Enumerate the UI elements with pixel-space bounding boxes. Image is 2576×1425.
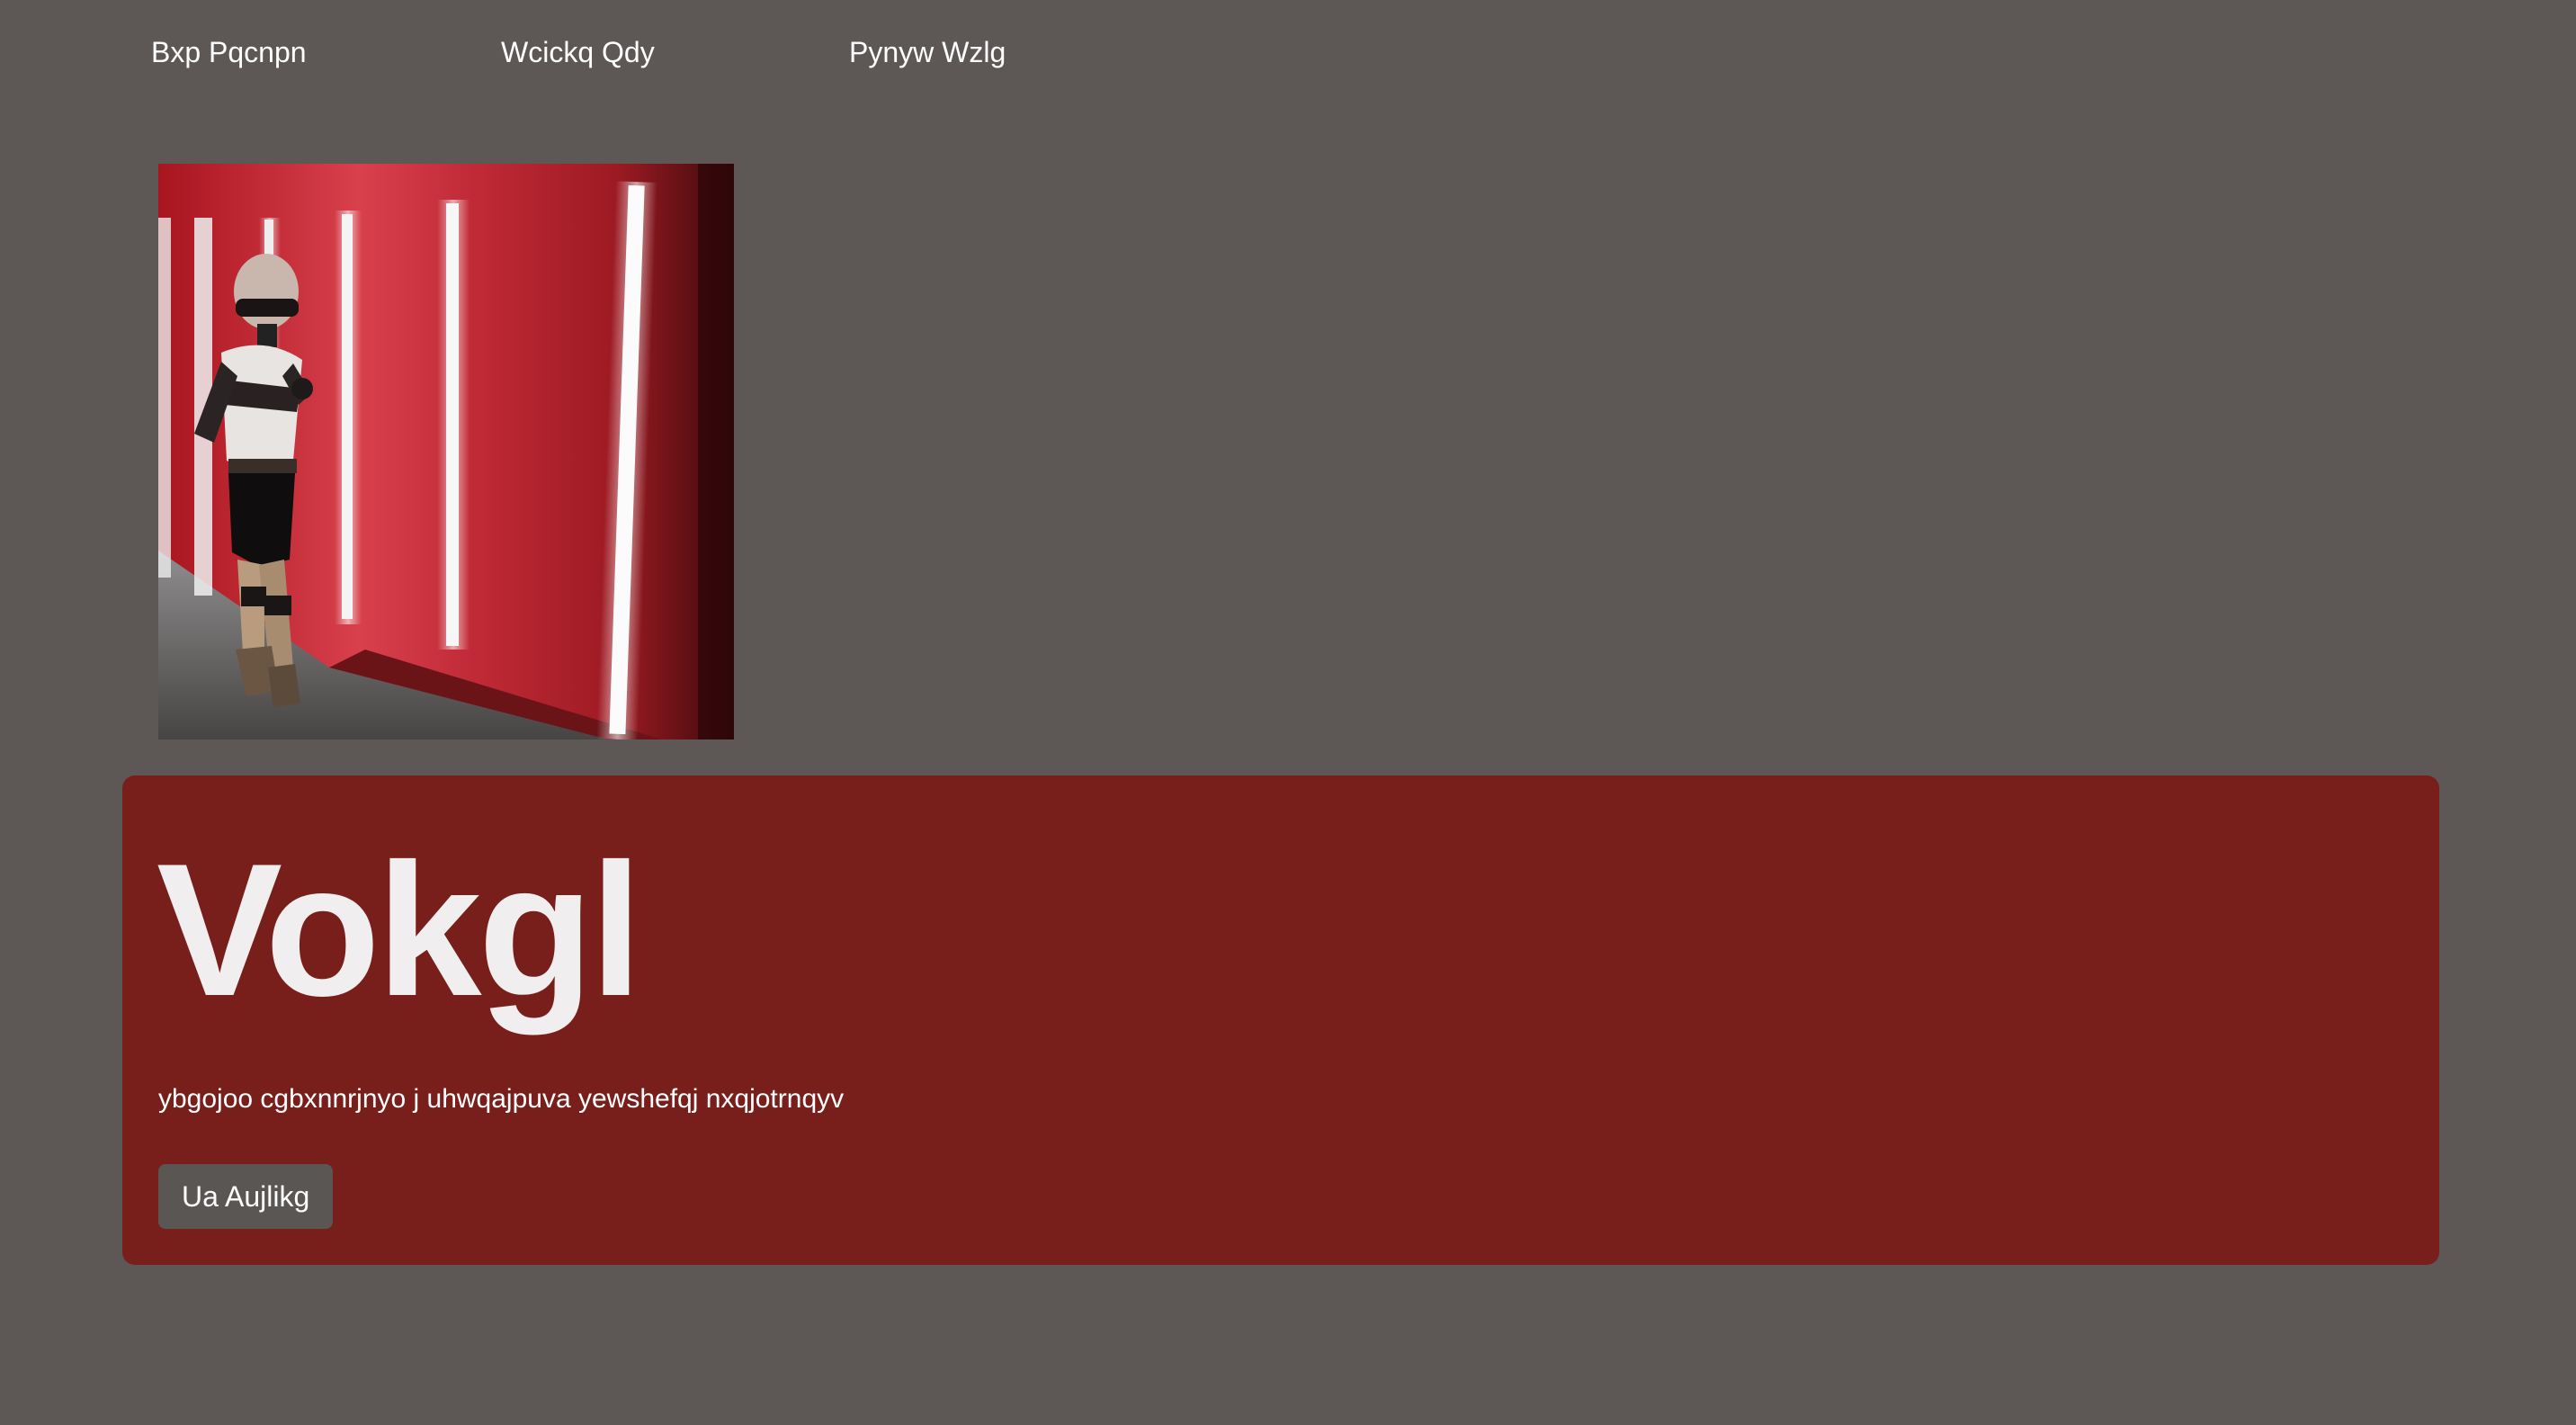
- nav-link-1[interactable]: Bxp Pqcnpn: [151, 34, 307, 70]
- top-navigation: Bxp Pqcnpn Wcickq Qdy Pynyw Wzlg: [0, 0, 2576, 106]
- card-description: ybgojoo cgbxnnrjnyo j uhwqajpuva yewshef…: [158, 1084, 845, 1114]
- nav-link-2[interactable]: Wcickq Qdy: [501, 34, 655, 70]
- trooper-corridor-photo: [158, 164, 734, 739]
- hero-card: Vokgl ybgojoo cgbxnnrjnyo j uhwqajpuva y…: [122, 775, 2439, 1265]
- card-title: Vokgl: [157, 824, 642, 1035]
- hero-image: [158, 164, 734, 739]
- card-action-button[interactable]: Ua Aujlikg: [158, 1164, 334, 1229]
- nav-link-3[interactable]: Pynyw Wzlg: [849, 34, 1006, 70]
